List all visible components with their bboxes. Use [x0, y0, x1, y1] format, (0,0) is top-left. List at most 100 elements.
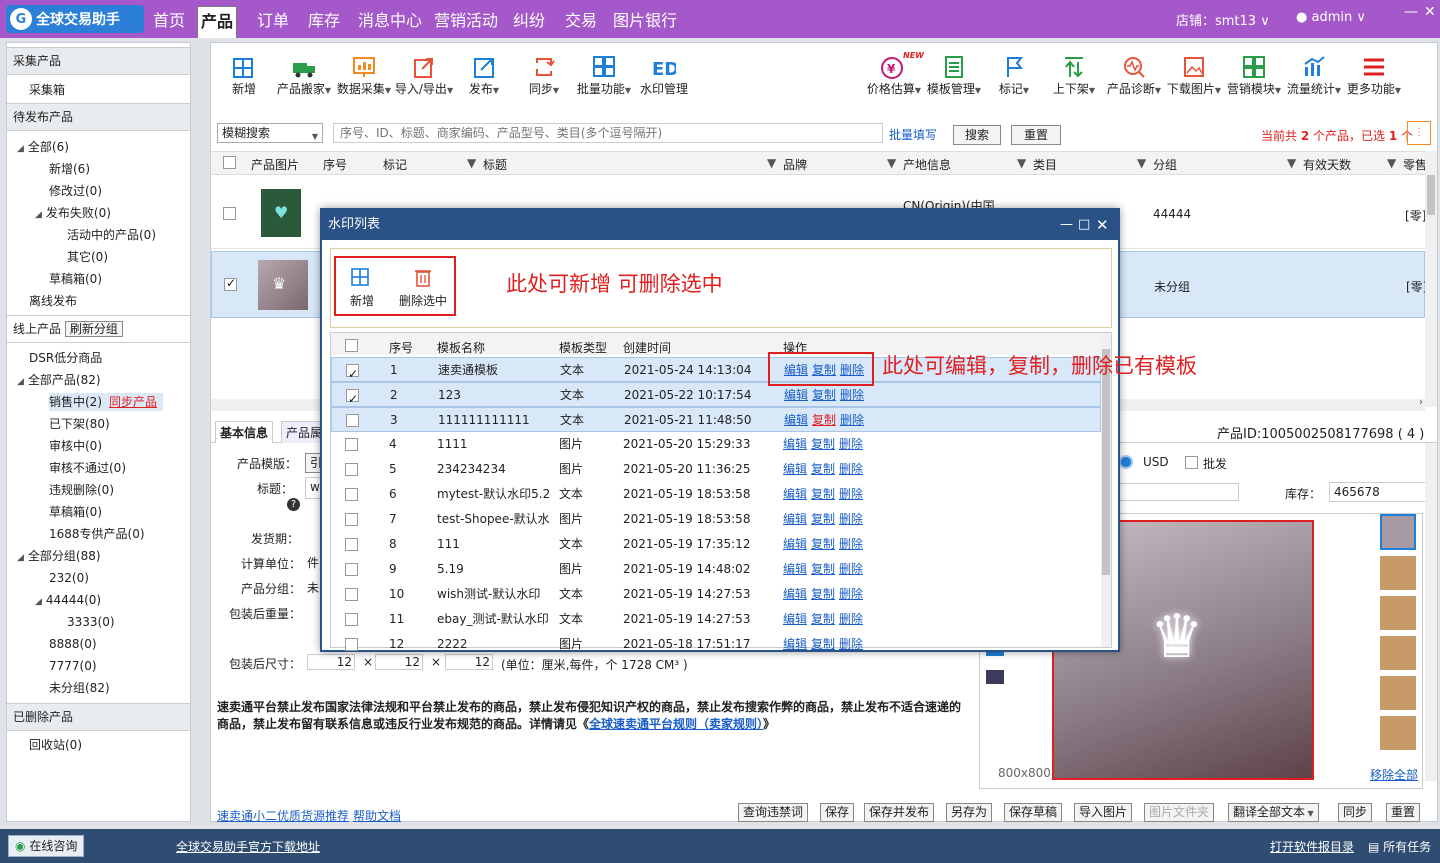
copy-link[interactable]: 复制 [811, 507, 835, 532]
sync-footer-button[interactable]: 同步 [1338, 803, 1373, 822]
reset-footer-button[interactable]: 重置 [1386, 803, 1421, 822]
minimize-icon[interactable]: — [1404, 4, 1418, 20]
delete-link[interactable]: 删除 [840, 383, 864, 408]
sidebar-item-recycle[interactable]: 回收站(0) [29, 736, 82, 754]
sidebar-item-ungrouped[interactable]: 未分组(82) [49, 679, 110, 697]
section-deleted[interactable]: 已删除产品 [7, 703, 190, 731]
mark-button[interactable]: 标记▼ [983, 55, 1045, 99]
tab-inventory[interactable]: 库存 [305, 6, 343, 38]
watermark-row[interactable]: 9 5.19 图片 2021-05-19 14:48:02 编辑 复制 删除 [331, 557, 1101, 582]
sync-button[interactable]: 同步▼ [513, 55, 575, 99]
col-mark[interactable]: 标记 [383, 156, 407, 173]
tab-basic-info[interactable]: 基本信息 [215, 421, 274, 443]
sidebar-item-active[interactable]: 活动中的产品(0) [67, 226, 156, 244]
sidebar-item-other[interactable]: 其它(0) [67, 248, 108, 266]
online-consult-button[interactable]: ◉ 在线咨询 [8, 835, 85, 857]
edit-link[interactable]: 编辑 [784, 383, 808, 408]
product-thumbnail[interactable]: ♥ [261, 189, 301, 237]
sidebar-item-violation[interactable]: 违规删除(0) [49, 481, 114, 499]
sort-icon[interactable]: ▼ [1137, 156, 1146, 170]
help-docs-link[interactable]: 帮助文档 [353, 807, 401, 824]
watermark-row[interactable]: 3 111111111111 文本 2021-05-21 11:48:50 编辑 复制 删除 [331, 407, 1101, 432]
price-input[interactable] [1117, 483, 1239, 501]
edit-link[interactable]: 编辑 [783, 632, 807, 657]
edit-link[interactable]: 编辑 [783, 532, 807, 557]
watermark-row[interactable]: 7 test-Shopee-默认水 图片 2021-05-19 18:53:58 编辑复… [331, 507, 1101, 532]
delete-link[interactable]: 删除 [839, 632, 863, 657]
sort-icon[interactable]: ▼ [887, 156, 896, 170]
watermark-row[interactable]: 5 234234234 图片 2021-05-20 11:36:25 编辑 复制 删除 [331, 457, 1101, 482]
batch-functions-button[interactable]: 批量功能▼ [573, 55, 635, 99]
minimize-icon[interactable]: — [1060, 210, 1073, 240]
watermark-row[interactable]: 11 ebay_测试-默认水印 文本 2021-05-19 14:27:53 编辑 复制删… [331, 607, 1101, 632]
row-checkbox[interactable] [345, 563, 358, 576]
row-checkbox[interactable] [345, 463, 358, 476]
delete-link[interactable]: 删除 [839, 482, 863, 507]
edit-link[interactable]: 编辑 [783, 557, 807, 582]
row-checkbox[interactable] [346, 414, 359, 427]
save-as-button[interactable]: 另存为 [946, 803, 993, 822]
row-checkbox[interactable] [345, 638, 358, 651]
save-draft-button[interactable]: 保存草稿 [1004, 803, 1063, 822]
tab-image-bank[interactable]: 图片银行 [610, 6, 680, 38]
select-all-checkbox[interactable] [223, 156, 236, 169]
copy-link[interactable]: 复制 [811, 557, 835, 582]
sidebar-item-modified[interactable]: 修改过(0) [49, 182, 102, 200]
product-move-button[interactable]: 产品搬家▼ [273, 55, 335, 99]
watermark-row[interactable]: 10 wish测试-默认水印 文本 2021-05-19 14:27:53 编辑 复制 删除 [331, 582, 1101, 607]
sync-products-link[interactable]: 同步产品 [105, 393, 164, 411]
tab-home[interactable]: 首页 [150, 6, 188, 38]
sidebar-item-drafts[interactable]: 草稿箱(0) [49, 270, 102, 288]
watermark-row[interactable]: 12 2222 图片 2021-05-18 17:51:17 编辑 复制 删除 [331, 632, 1101, 657]
sort-icon[interactable]: ▼ [767, 156, 776, 170]
tab-disputes[interactable]: 纠纷 [510, 6, 548, 38]
row-checkbox[interactable] [223, 207, 236, 220]
sidebar-item-all-groups[interactable]: ◢ 全部分组(88) [17, 547, 101, 567]
batch-fill-link[interactable]: 批量填写 [889, 126, 937, 143]
delete-link[interactable]: 删除 [839, 532, 863, 557]
thumbnail-5[interactable] [1380, 676, 1416, 710]
delete-link[interactable]: 删除 [839, 507, 863, 532]
price-estimate-button[interactable]: ¥ NEW 价格估算▼ [863, 51, 925, 99]
copy-link[interactable]: 复制 [811, 482, 835, 507]
usd-radio[interactable] [1119, 455, 1133, 469]
edit-link[interactable]: 编辑 [783, 607, 807, 632]
watermark-row[interactable]: 8 111 文本 2021-05-19 17:35:12 编辑 复制 删除 [331, 532, 1101, 557]
sidebar-item-group-44444[interactable]: ◢ 44444(0) [35, 591, 101, 611]
edit-link[interactable]: 编辑 [783, 582, 807, 607]
store-selector[interactable]: 店铺：smt13 ∨ [1176, 10, 1270, 29]
sidebar-item-dsr[interactable]: DSR低分商品 [29, 349, 102, 367]
wholesale-checkbox[interactable] [1185, 456, 1198, 469]
copy-link[interactable]: 复制 [811, 632, 835, 657]
sidebar-item-all[interactable]: ◢ 全部(6) [17, 138, 69, 158]
download-link[interactable]: 全球交易助手官方下载地址 [176, 838, 320, 855]
diagnosis-button[interactable]: 产品诊断▼ [1103, 55, 1165, 99]
table-vscroll[interactable] [1425, 151, 1437, 407]
unit-select[interactable]: 件 [307, 554, 319, 571]
settings-sliders-icon[interactable]: ⫶ [1407, 121, 1431, 145]
delete-link[interactable]: 删除 [839, 457, 863, 482]
watermark-row[interactable]: 4 1111 图片 2021-05-20 15:29:33 编辑 复制 删除 [331, 432, 1101, 457]
check-banned-words-button[interactable]: 查询违禁词 [738, 803, 809, 822]
col-group[interactable]: 分组 [1153, 156, 1177, 173]
sort-icon[interactable]: ▼ [1287, 156, 1296, 170]
translate-all-button[interactable]: 翻译全部文本 ▼ [1228, 803, 1319, 822]
sidebar-item-offline[interactable]: 离线发布 [29, 292, 77, 310]
thumbnail-3[interactable] [1380, 596, 1416, 630]
scroll-right-icon[interactable]: › [1419, 397, 1423, 408]
copy-link[interactable]: 复制 [811, 607, 835, 632]
tab-products[interactable]: 产品 [197, 6, 238, 38]
software-dir-link[interactable]: 打开软件报目录 [1270, 838, 1354, 855]
traffic-stats-button[interactable]: 流量统计▼ [1283, 55, 1345, 99]
user-menu[interactable]: ● admin ∨ [1296, 10, 1366, 25]
detail-vscroll[interactable] [1425, 443, 1437, 781]
delete-link[interactable]: 删除 [840, 408, 864, 433]
col-category[interactable]: 类目 [1033, 156, 1057, 173]
row-checkbox[interactable] [345, 438, 358, 451]
download-images-button[interactable]: 下载图片▼ [1163, 55, 1225, 99]
thumbnail-1[interactable] [1380, 514, 1416, 550]
edit-link[interactable]: 编辑 [783, 507, 807, 532]
copy-link[interactable]: 复制 [811, 432, 835, 457]
watermark-button[interactable]: ED 水印管理 [633, 55, 695, 97]
sidebar-item-1688[interactable]: 1688专供产品(0) [49, 525, 145, 543]
